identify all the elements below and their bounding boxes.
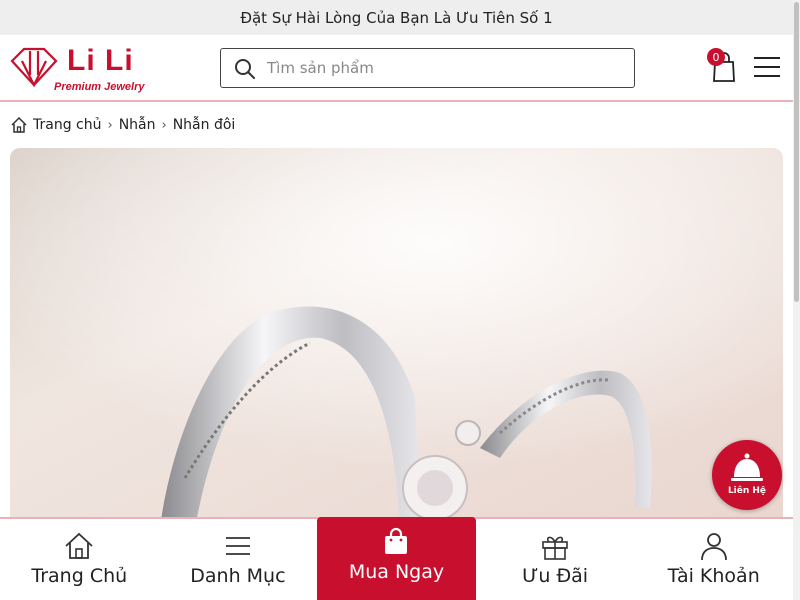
- contact-label: Liên Hệ: [727, 486, 767, 496]
- contact-button[interactable]: Liên Hệ: [712, 440, 782, 510]
- breadcrumb: Trang chủ › Nhẫn › Nhẫn đôi: [10, 113, 235, 137]
- nav-offers-label: Ưu Đãi: [522, 565, 589, 587]
- promo-bar: Đặt Sự Hài Lòng Của Bạn Là Ưu Tiên Số 1: [0, 0, 793, 35]
- breadcrumb-home[interactable]: Trang chủ: [33, 117, 101, 133]
- nav-categories[interactable]: Danh Mục: [159, 519, 318, 600]
- shopping-bag-icon: [385, 527, 408, 554]
- logo-tagline: Premium Jewelry: [54, 81, 145, 93]
- bottom-nav: Trang Chủ Danh Mục Mua Ngay Ưu Đãi Tài K…: [0, 517, 793, 600]
- scrollbar-thumb[interactable]: [794, 2, 799, 302]
- nav-buy-now-label: Mua Ngay: [348, 561, 445, 583]
- nav-home-label: Trang Chủ: [31, 565, 128, 587]
- service-bell-icon: [731, 453, 763, 481]
- nav-home[interactable]: Trang Chủ: [0, 519, 159, 600]
- search-box[interactable]: [220, 48, 635, 88]
- cart-count-badge: 0: [707, 48, 725, 66]
- gift-icon: [542, 536, 568, 560]
- breadcrumb-current: Nhẫn đôi: [172, 117, 236, 133]
- search-input[interactable]: [267, 55, 617, 81]
- breadcrumb-rings[interactable]: Nhẫn: [119, 117, 156, 133]
- promo-text: Đặt Sự Hài Lòng Của Bạn Là Ưu Tiên Số 1: [240, 8, 553, 27]
- nav-categories-label: Danh Mục: [190, 565, 286, 587]
- header: Li Li Premium Jewelry 0: [0, 35, 793, 102]
- chevron-right-icon: ›: [161, 117, 167, 133]
- logo[interactable]: Li Li Premium Jewelry: [10, 41, 145, 97]
- nav-buy-now[interactable]: Mua Ngay: [317, 517, 476, 600]
- home-icon: [65, 532, 93, 559]
- list-icon: [225, 537, 250, 555]
- search-icon[interactable]: [233, 57, 257, 81]
- home-icon[interactable]: [10, 116, 28, 134]
- nav-offers[interactable]: Ưu Đãi: [476, 519, 635, 600]
- logo-brand: Li Li: [67, 44, 134, 77]
- nav-account-label: Tài Khoản: [667, 565, 760, 587]
- product-image[interactable]: [10, 148, 783, 528]
- couple-rings-image: [10, 148, 783, 528]
- hamburger-menu-icon[interactable]: [752, 53, 782, 81]
- nav-account[interactable]: Tài Khoản: [634, 519, 793, 600]
- logo-mark-icon: [10, 47, 58, 88]
- chevron-right-icon: ›: [107, 117, 113, 133]
- user-icon: [700, 533, 727, 561]
